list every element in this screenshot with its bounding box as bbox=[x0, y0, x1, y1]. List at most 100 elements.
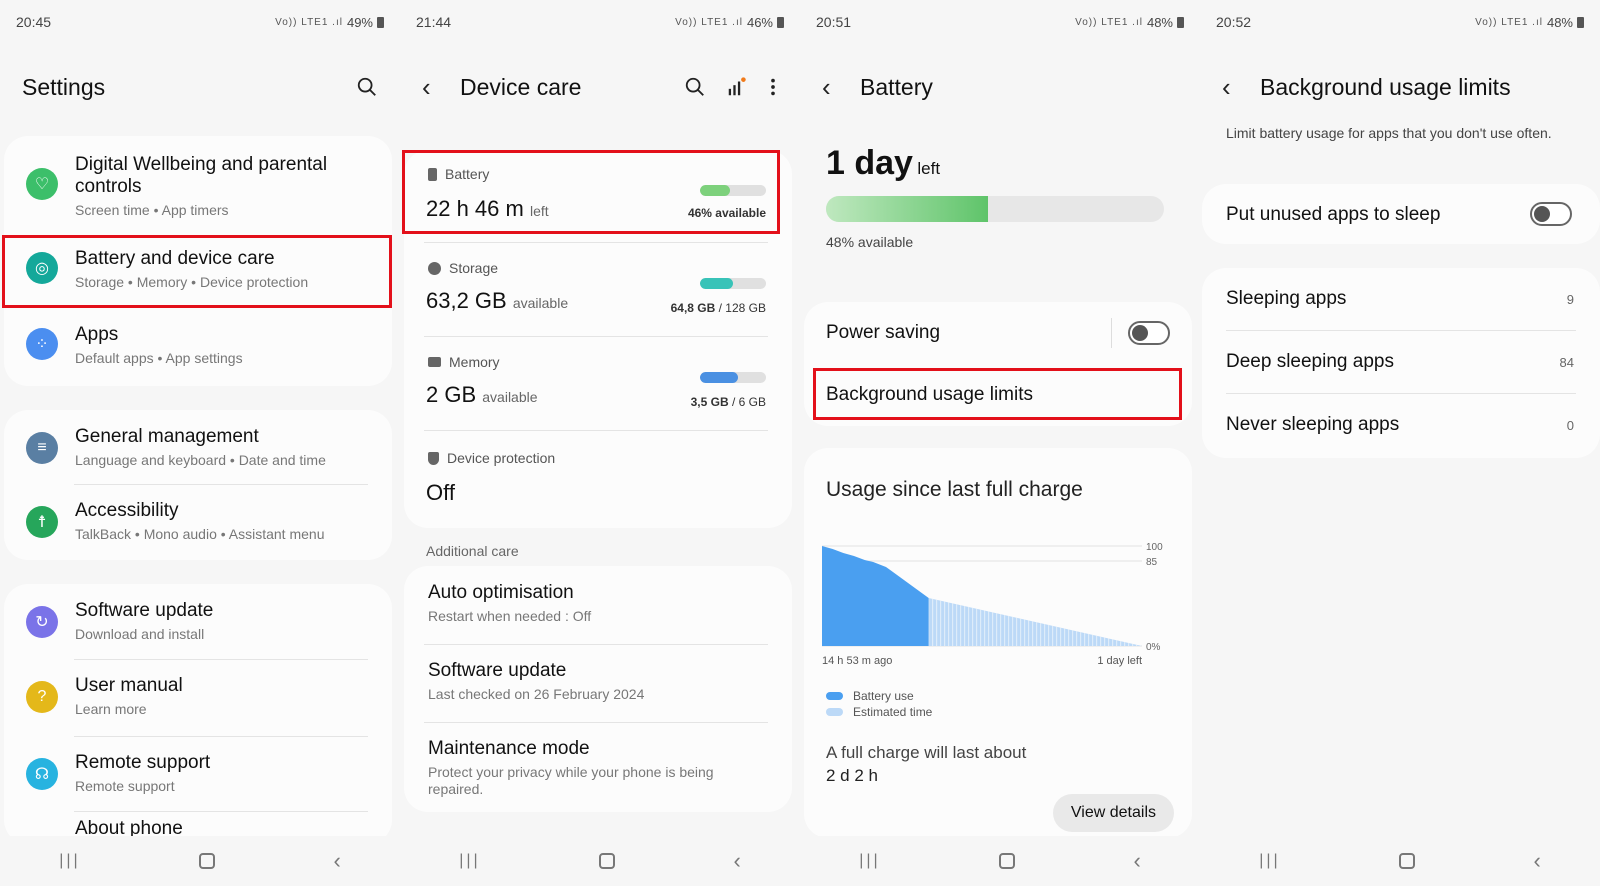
storage-unit: available bbox=[512, 295, 569, 311]
power-saving-row[interactable]: Power saving bbox=[804, 302, 1192, 364]
battery-level-fill bbox=[826, 196, 989, 222]
item-title: User manual bbox=[75, 675, 183, 696]
page-title: Device care bbox=[460, 73, 582, 100]
storage-icon bbox=[428, 261, 441, 275]
list-title: Deep sleeping apps bbox=[1226, 351, 1394, 372]
settings-item-apps[interactable]: ⁘ Apps Default apps • App settings bbox=[4, 312, 392, 382]
diagnostics-icon[interactable] bbox=[726, 76, 748, 98]
battery-icon bbox=[1177, 16, 1184, 28]
search-icon[interactable] bbox=[684, 76, 706, 98]
memory-used: 3,5 GB bbox=[690, 395, 729, 409]
back-button[interactable]: ‹ bbox=[333, 848, 340, 874]
full-charge-label: A full charge will last about bbox=[826, 743, 1027, 762]
accessibility-icon: ☨ bbox=[26, 506, 58, 538]
battery-remaining-value: 1 day bbox=[826, 144, 913, 182]
status-time: 20:45 bbox=[16, 14, 52, 30]
highlight-box bbox=[402, 150, 780, 234]
settings-item-software-update[interactable]: ↻ Software update Download and install bbox=[4, 584, 392, 658]
battery-level-bar bbox=[826, 196, 1164, 222]
list-title: Never sleeping apps bbox=[1226, 414, 1400, 435]
never-sleeping-apps-row[interactable]: Never sleeping apps 0 bbox=[1202, 394, 1600, 456]
status-time: 20:52 bbox=[1216, 14, 1252, 30]
apps-icon: ⁘ bbox=[26, 328, 58, 360]
page-title: Background usage limits bbox=[1260, 73, 1511, 100]
app-bar: ‹ Device care bbox=[400, 62, 800, 112]
device-protection-tile[interactable]: Device protection Off bbox=[404, 434, 792, 520]
status-bar: 20:52 Vo)) LTE1 .ıl 48% bbox=[1200, 0, 1600, 44]
page-description: Limit battery usage for apps that you do… bbox=[1226, 125, 1552, 141]
software-update-item[interactable]: Software update Last checked on 26 Febru… bbox=[428, 660, 768, 702]
legend-label: Battery use bbox=[853, 689, 914, 703]
y-tick-label: 100 bbox=[1146, 542, 1163, 553]
search-icon[interactable] bbox=[356, 76, 378, 98]
nav-bar: ||| ‹ bbox=[800, 836, 1200, 886]
settings-group-2: ≡ General management Language and keyboa… bbox=[4, 410, 392, 560]
home-button[interactable] bbox=[199, 853, 216, 869]
app-bar: Settings bbox=[0, 62, 400, 112]
usage-chart: 100 85 0% 14 h 53 m ago 1 day left bbox=[822, 542, 1163, 667]
headset-icon: ☊ bbox=[26, 758, 58, 790]
back-arrow-icon[interactable]: ‹ bbox=[822, 72, 842, 103]
memory-tile[interactable]: Memory 2 GB available 3,5 GB / 6 GB bbox=[404, 340, 792, 426]
back-button[interactable]: ‹ bbox=[733, 848, 740, 874]
sleep-toggle-card[interactable]: Put unused apps to sleep bbox=[1202, 184, 1600, 244]
signal-icon: Vo)) LTE1 .ıl bbox=[675, 16, 743, 28]
power-saving-toggle[interactable] bbox=[1128, 321, 1170, 345]
nav-bar: ||| ‹ bbox=[0, 836, 400, 886]
sleep-toggle-switch[interactable] bbox=[1530, 202, 1572, 226]
back-arrow-icon[interactable]: ‹ bbox=[422, 72, 442, 103]
list-count: 9 bbox=[1566, 292, 1574, 307]
nav-bar: ||| ‹ bbox=[400, 836, 800, 886]
item-subtitle: Last checked on 26 February 2024 bbox=[428, 686, 645, 702]
divider bbox=[74, 484, 368, 485]
divider bbox=[74, 659, 368, 660]
recent-apps-button[interactable]: ||| bbox=[1259, 852, 1280, 870]
home-button[interactable] bbox=[1399, 853, 1416, 869]
signal-icon: Vo)) LTE1 .ıl bbox=[275, 16, 343, 28]
settings-item-general-management[interactable]: ≡ General management Language and keyboa… bbox=[4, 410, 392, 484]
settings-screen: 20:45 Vo)) LTE1 .ıl 49% Settings ♡ Digit… bbox=[0, 0, 400, 886]
item-subtitle: Screen time • App timers bbox=[75, 202, 229, 218]
back-button[interactable]: ‹ bbox=[1133, 848, 1140, 874]
power-saving-label: Power saving bbox=[826, 322, 941, 343]
more-options-icon[interactable] bbox=[768, 76, 778, 98]
item-title: Auto optimisation bbox=[428, 582, 574, 603]
status-bar: 20:45 Vo)) LTE1 .ıl 49% bbox=[0, 0, 400, 44]
signal-icon: Vo)) LTE1 .ıl bbox=[1475, 16, 1543, 28]
back-arrow-icon[interactable]: ‹ bbox=[1222, 72, 1242, 103]
item-subtitle: Remote support bbox=[75, 778, 175, 794]
settings-item-digital-wellbeing[interactable]: ♡ Digital Wellbeing and parental control… bbox=[4, 136, 392, 228]
home-button[interactable] bbox=[999, 853, 1016, 869]
storage-tile[interactable]: Storage 63,2 GB available 64,8 GB / 128 … bbox=[404, 246, 792, 332]
storage-used: 64,8 GB bbox=[670, 301, 716, 315]
status-time: 21:44 bbox=[416, 14, 452, 30]
back-button[interactable]: ‹ bbox=[1533, 848, 1540, 874]
maintenance-mode-item[interactable]: Maintenance mode Protect your privacy wh… bbox=[428, 738, 752, 798]
home-button[interactable] bbox=[599, 853, 616, 869]
item-subtitle: Learn more bbox=[75, 701, 147, 717]
item-subtitle: TalkBack • Mono audio • Assistant menu bbox=[75, 526, 325, 542]
additional-care-header: Additional care bbox=[426, 543, 519, 559]
sleeping-apps-row[interactable]: Sleeping apps 9 bbox=[1202, 268, 1600, 330]
deep-sleeping-apps-row[interactable]: Deep sleeping apps 84 bbox=[1202, 331, 1600, 393]
sleep-toggle-label: Put unused apps to sleep bbox=[1226, 204, 1441, 225]
storage-bar bbox=[700, 278, 766, 289]
battery-remaining: 1 day left bbox=[826, 144, 940, 183]
update-icon: ↻ bbox=[26, 606, 58, 638]
settings-item-user-manual[interactable]: ? User manual Learn more bbox=[4, 661, 392, 735]
memory-total: / 6 GB bbox=[728, 395, 766, 409]
battery-percent: 48% bbox=[1146, 14, 1173, 30]
nav-bar: ||| ‹ bbox=[1200, 836, 1600, 886]
recent-apps-button[interactable]: ||| bbox=[859, 852, 880, 870]
settings-item-accessibility[interactable]: ☨ Accessibility TalkBack • Mono audio • … bbox=[4, 486, 392, 560]
view-details-button[interactable]: View details bbox=[1052, 794, 1174, 832]
recent-apps-button[interactable]: ||| bbox=[59, 852, 80, 870]
battery-icon bbox=[377, 16, 384, 28]
full-charge-value: 2 d 2 h bbox=[826, 766, 878, 785]
recent-apps-button[interactable]: ||| bbox=[459, 852, 480, 870]
auto-optimisation-item[interactable]: Auto optimisation Restart when needed : … bbox=[428, 582, 768, 624]
storage-value: 63,2 GB bbox=[426, 288, 507, 313]
settings-item-remote-support[interactable]: ☊ Remote support Remote support bbox=[4, 738, 392, 812]
highlight-box bbox=[2, 235, 392, 308]
battery-screen: 20:51 Vo)) LTE1 .ıl 48% ‹ Battery 1 day … bbox=[800, 0, 1200, 886]
